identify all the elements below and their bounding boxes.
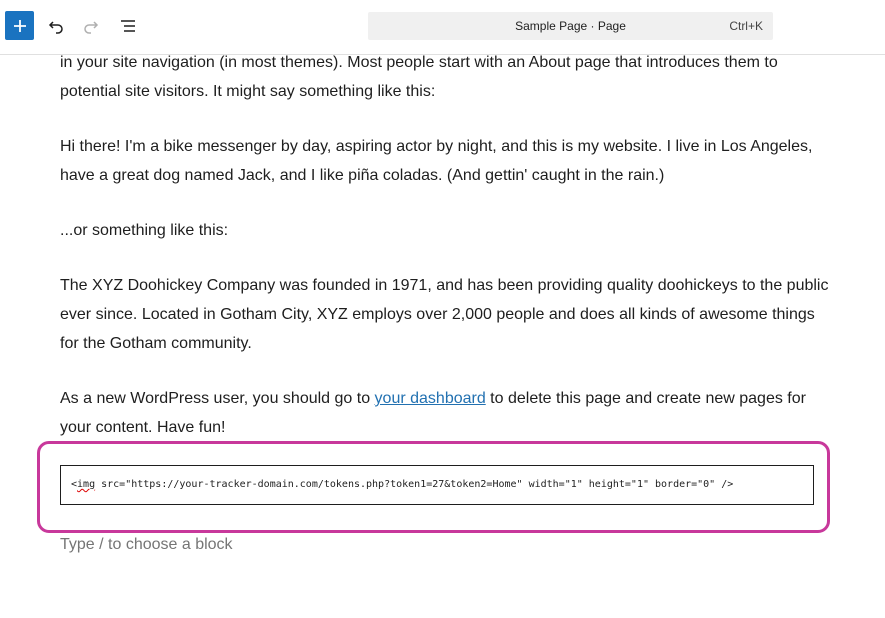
custom-html-block[interactable]: <img src="https://your-tracker-domain.co… <box>60 465 814 505</box>
add-block-button[interactable] <box>5 11 34 40</box>
code-tag: img <box>77 479 96 490</box>
plus-icon <box>13 19 26 32</box>
paragraph-block[interactable]: Hi there! I'm a bike messenger by day, a… <box>60 132 830 190</box>
code-rest: src="https://your-tracker-domain.com/tok… <box>95 479 734 490</box>
paragraph-block[interactable]: ...or something like this: <box>60 216 830 245</box>
document-overview-button[interactable] <box>116 14 140 38</box>
paragraph-block[interactable]: As a new WordPress user, you should go t… <box>60 384 830 442</box>
list-view-icon <box>121 20 135 32</box>
redo-button[interactable] <box>79 14 103 38</box>
paragraph-text: As a new WordPress user, you should go t… <box>60 390 375 407</box>
command-shortcut: Ctrl+K <box>729 19 763 33</box>
dashboard-link[interactable]: your dashboard <box>375 390 486 407</box>
undo-button[interactable] <box>44 14 68 38</box>
redo-icon <box>84 21 99 34</box>
document-title: Sample Page · Page <box>515 19 626 33</box>
post-content: in your site navigation (in most themes)… <box>60 48 830 468</box>
paragraph-block[interactable]: The XYZ Doohickey Company was founded in… <box>60 271 830 358</box>
undo-icon <box>48 21 63 34</box>
block-placeholder[interactable]: Type / to choose a block <box>60 536 233 554</box>
paragraph-block[interactable]: in your site navigation (in most themes)… <box>60 48 830 106</box>
command-palette-bar[interactable]: Sample Page · Page Ctrl+K <box>368 12 773 40</box>
editor-toolbar: Sample Page · Page Ctrl+K <box>0 0 885 55</box>
